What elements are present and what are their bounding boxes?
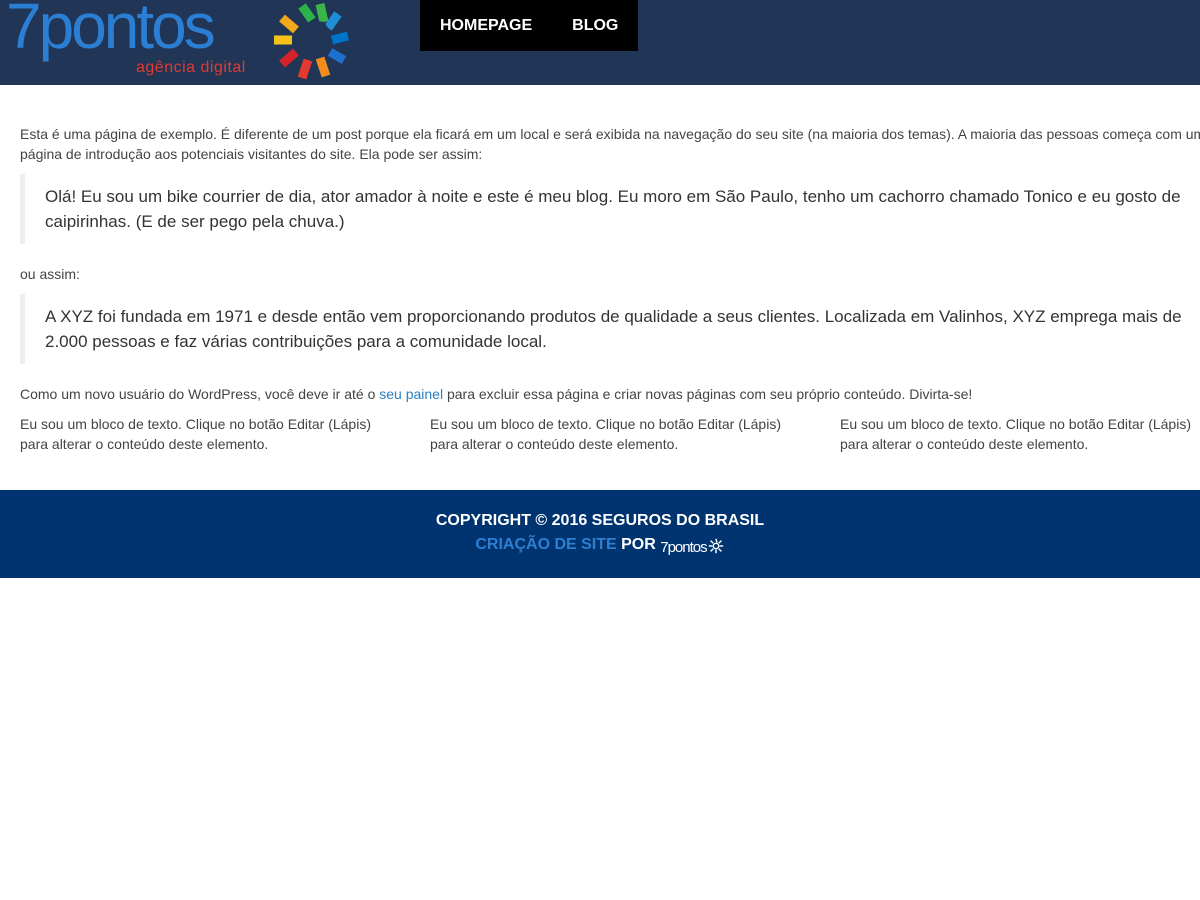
text-block-2: Eu sou um bloco de texto. Clique no botã… xyxy=(430,416,781,452)
text-block-1: Eu sou um bloco de texto. Clique no botã… xyxy=(20,416,371,452)
intro-paragraph: Esta é uma página de exemplo. É diferent… xyxy=(20,126,1200,162)
text-block-3: Eu sou um bloco de texto. Clique no botã… xyxy=(840,416,1191,452)
footer-logo[interactable]: 7pontos xyxy=(660,537,724,558)
page-content: Esta é uma página de exemplo. É diferent… xyxy=(20,124,1200,404)
star-logo-icon xyxy=(708,538,723,554)
quote-1: Olá! Eu sou um bike courrier de dia, ato… xyxy=(20,174,1200,244)
site-logo[interactable]: 7pontos agência digital xyxy=(6,0,351,85)
credit-by-text: POR xyxy=(616,536,661,553)
nav-blog[interactable]: BLOG xyxy=(552,0,638,51)
site-footer: COPYRIGHT © 2016 SEGUROS DO BRASIL CRIAÇ… xyxy=(0,490,1200,578)
wordpress-note-end: para excluir essa página e criar novas p… xyxy=(443,386,973,402)
logo-tagline: agência digital xyxy=(136,59,246,76)
wordpress-note-start: Como um novo usuário do WordPress, você … xyxy=(20,386,380,402)
site-header: 7pontos agência digital HOMEPAGE BLOG xyxy=(0,0,1200,85)
text-blocks: Eu sou um bloco de texto. Clique no botã… xyxy=(20,414,1200,474)
star-logo-icon xyxy=(274,3,350,80)
footer-logo-wordmark: 7pontos xyxy=(660,539,707,556)
quote-2: A XYZ foi fundada em 1971 e desde então … xyxy=(20,294,1200,364)
copyright-text: COPYRIGHT © 2016 SEGUROS DO BRASIL xyxy=(435,512,765,529)
or-thus-text: ou assim: xyxy=(20,266,80,282)
panel-link[interactable]: seu painel xyxy=(379,386,443,402)
footer-credits: CRIAÇÃO DE SITE POR 7pontos xyxy=(0,535,1200,558)
main-nav: HOMEPAGE BLOG xyxy=(420,0,638,51)
logo-wordmark: 7pontos xyxy=(6,0,216,62)
wordpress-note: Como um novo usuário do WordPress, você … xyxy=(20,384,1200,404)
nav-homepage[interactable]: HOMEPAGE xyxy=(420,0,552,51)
site-creation-link[interactable]: CRIAÇÃO DE SITE xyxy=(475,536,616,553)
